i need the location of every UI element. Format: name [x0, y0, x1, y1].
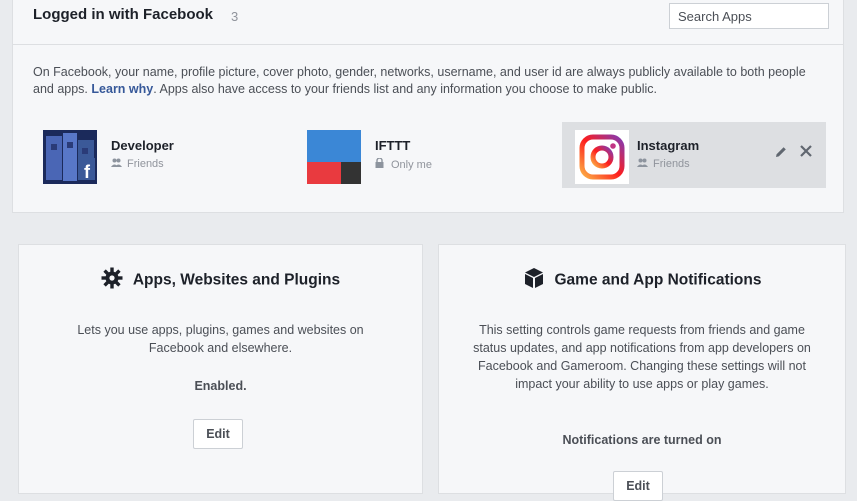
cube-icon: [523, 267, 545, 294]
friends-icon: [111, 158, 123, 170]
privacy-description: On Facebook, your name, profile picture,…: [33, 65, 806, 96]
apps-websites-plugins-card: Apps, Websites and Plugins Lets you use …: [18, 244, 423, 494]
friends-icon: [637, 158, 649, 170]
developer-app-icon: f: [43, 130, 97, 184]
svg-text:f: f: [84, 162, 91, 182]
app-audience: Friends: [637, 158, 690, 170]
ifttt-app-icon: [307, 130, 361, 184]
instagram-app-icon: [575, 130, 629, 184]
gear-icon: [101, 267, 123, 294]
pencil-icon[interactable]: [774, 145, 790, 161]
card-description: This setting controls game requests from…: [473, 323, 811, 391]
game-app-notifications-card: Game and App Notifications This setting …: [438, 244, 846, 501]
app-audience: Only me: [375, 157, 432, 171]
app-name: IFTTT: [375, 138, 411, 153]
learn-why-link[interactable]: Learn why: [91, 82, 153, 96]
app-name: Developer: [111, 138, 174, 153]
app-name: Instagram: [637, 138, 700, 153]
panel-header: Logged in with Facebook 3: [13, 0, 843, 45]
close-icon[interactable]: [799, 142, 817, 160]
edit-button[interactable]: Edit: [193, 419, 243, 449]
search-apps-input[interactable]: [669, 3, 829, 29]
card-title: Game and App Notifications: [439, 267, 845, 294]
card-title: Apps, Websites and Plugins: [19, 267, 422, 294]
app-count: 3: [231, 9, 239, 24]
edit-button[interactable]: Edit: [613, 471, 663, 501]
app-tile-instagram[interactable]: Instagram Friends: [562, 122, 826, 188]
panel-title: Logged in with Facebook: [33, 6, 213, 23]
status-text: Notifications are turned on: [562, 433, 722, 447]
lock-icon: [375, 157, 387, 171]
app-tile-ifttt[interactable]: IFTTT Only me: [307, 122, 557, 188]
card-description: Lets you use apps, plugins, games and we…: [77, 323, 364, 355]
logged-in-apps-panel: Logged in with Facebook 3 On Facebook, y…: [12, 0, 844, 213]
status-text: Enabled.: [194, 379, 247, 393]
app-tile-developer[interactable]: f Developer Friends: [43, 122, 293, 188]
app-audience: Friends: [111, 158, 164, 170]
